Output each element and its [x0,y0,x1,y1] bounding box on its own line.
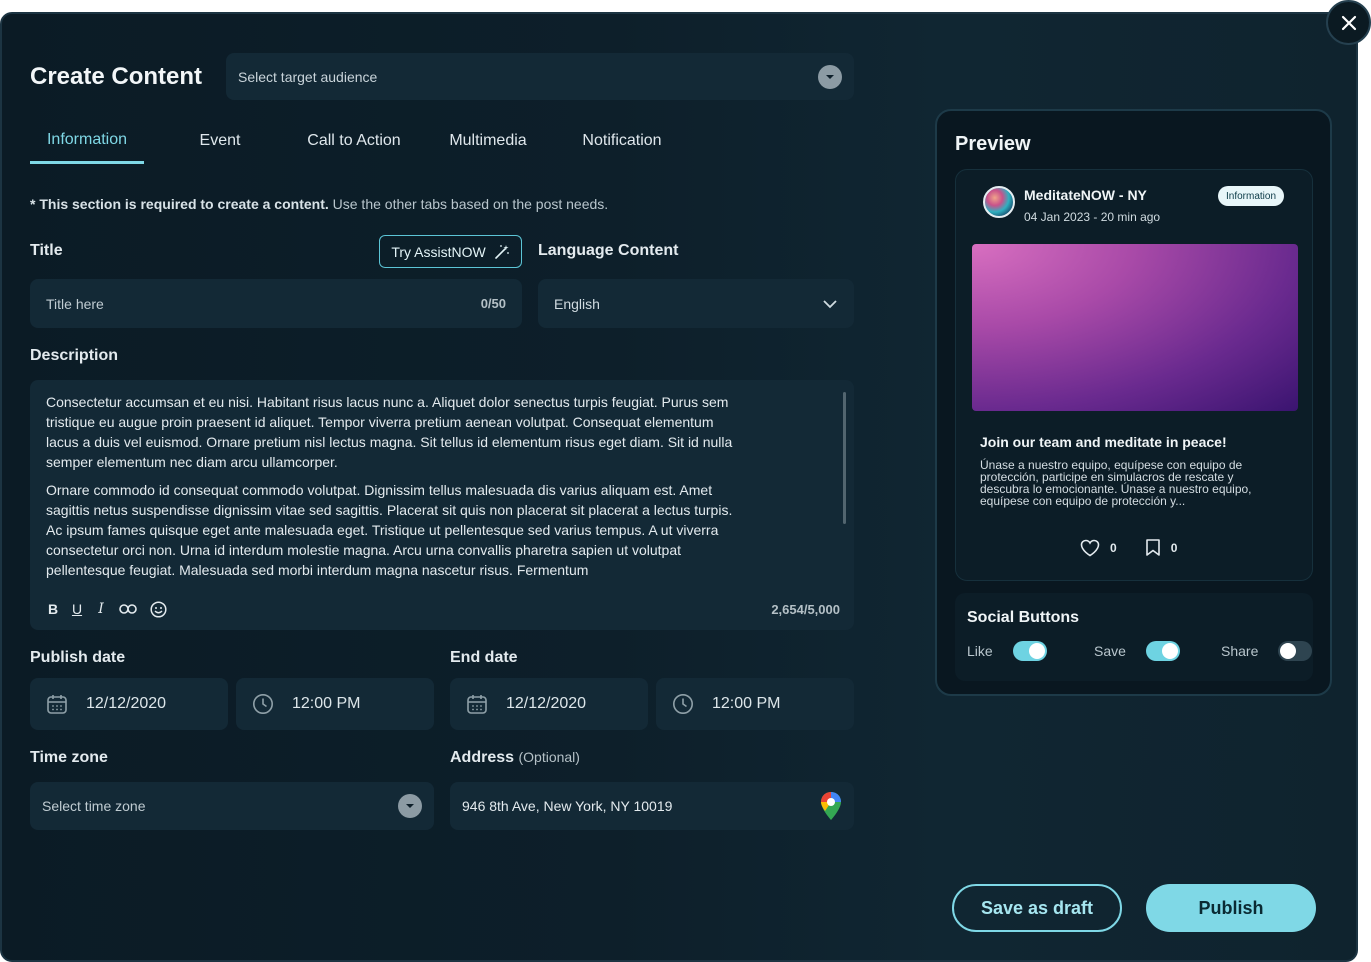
description-paragraph: Consectetur accumsan et eu nisi. Habitan… [46,394,733,470]
link-icon[interactable] [118,600,138,618]
publish-date-label: Publish date [30,649,126,666]
share-toggle-row: Share [1221,641,1313,661]
bookmark-icon [1145,539,1160,556]
title-placeholder: Title here [46,295,104,312]
address-input[interactable]: 946 8th Ave, New York, NY 10019 [450,782,854,830]
language-value: English [554,295,600,312]
preview-panel: Preview MeditateNOW - NY 04 Jan 2023 - 2… [935,109,1332,696]
card-body: Únase a nuestro equipo, equípese con equ… [980,458,1252,508]
bold-icon[interactable]: B [46,600,60,618]
description-text[interactable]: Consectetur accumsan et eu nisi. Habitan… [46,392,746,580]
map-pin-icon[interactable] [820,791,842,821]
end-time-value: 12:00 PM [712,695,781,712]
preview-title: Preview [955,133,1031,155]
card-author-name: MeditateNOW - NY [1024,187,1147,203]
required-notice-text: Use the other tabs based on the post nee… [328,196,609,212]
toggle-knob [1028,643,1045,659]
end-date-value: 12/12/2020 [506,695,587,712]
end-time-field[interactable]: 12:00 PM [656,678,854,730]
share-toggle[interactable] [1278,641,1313,661]
card-date: 04 Jan 2023 - 20 min ago [1024,210,1161,224]
description-char-count: 2,654/5,000 [771,602,840,617]
time-zone-placeholder: Select time zone [42,798,146,814]
required-notice: * This section is required to create a c… [30,196,608,212]
publish-date-value: 12/12/2020 [86,695,167,712]
toggle-knob [1280,643,1297,659]
emoji-icon[interactable] [148,600,168,618]
card-actions: 0 0 [1080,538,1177,557]
create-content-modal: Create Content Select target audience In… [0,12,1358,962]
title-counter: 0/50 [480,296,506,311]
like-action[interactable]: 0 [1080,538,1117,557]
like-toggle-row: Like [967,641,1047,661]
heart-icon [1080,539,1100,556]
address-value: 946 8th Ave, New York, NY 10019 [462,798,673,814]
page-title: Create Content [30,63,203,90]
save-as-draft-button[interactable]: Save as draft [952,884,1122,932]
description-editor[interactable]: Consectetur accumsan et eu nisi. Habitan… [30,380,854,630]
card-headline: Join our team and meditate in peace! [980,434,1227,450]
like-count: 0 [1110,540,1117,555]
clock-icon [253,694,273,714]
preview-card: MeditateNOW - NY 04 Jan 2023 - 20 min ag… [955,169,1313,581]
content-tabs: Information Event Call to Action Multime… [30,118,710,164]
like-toggle[interactable] [1012,641,1047,661]
audience-placeholder: Select target audience [238,68,378,85]
magic-wand-icon [494,244,509,259]
save-action[interactable]: 0 [1145,538,1178,557]
like-toggle-label: Like [967,643,993,659]
description-label: Description [30,347,119,364]
tab-call-to-action[interactable]: Call to Action [298,118,410,164]
try-assistnow-button[interactable]: Try AssistNOW [379,235,522,268]
close-button[interactable] [1326,0,1371,45]
time-zone-label: Time zone [30,749,108,766]
tab-information[interactable]: Information [30,118,144,164]
save-toggle[interactable] [1145,641,1180,661]
chevron-down-icon[interactable] [818,64,842,89]
save-toggle-row: Save [1094,641,1180,661]
calendar-icon [467,695,487,714]
tab-event[interactable]: Event [192,118,248,164]
tab-notification[interactable]: Notification [574,118,670,164]
underline-icon[interactable]: U [70,600,84,618]
social-buttons-section: Social Buttons Like Save Share [955,593,1313,681]
address-label-text: Address [450,749,515,766]
formatting-toolbar: B U I [46,600,168,618]
close-icon [1341,15,1356,30]
share-toggle-label: Share [1221,643,1259,659]
publish-time-value: 12:00 PM [292,695,361,712]
chevron-down-icon[interactable] [398,794,422,818]
card-image [972,244,1298,411]
italic-icon[interactable]: I [94,600,108,618]
social-buttons-title: Social Buttons [967,609,1080,626]
description-scrollbar[interactable] [843,392,846,524]
language-select[interactable]: English [538,279,854,328]
save-toggle-label: Save [1094,643,1126,659]
publish-button[interactable]: Publish [1146,884,1316,932]
time-zone-select[interactable]: Select time zone [30,782,434,830]
toggle-knob [1161,643,1178,659]
required-notice-bold: * This section is required to create a c… [30,196,329,212]
publish-time-field[interactable]: 12:00 PM [236,678,434,730]
avatar [983,186,1015,218]
target-audience-select[interactable]: Select target audience [226,53,854,100]
save-count: 0 [1170,540,1178,555]
title-input[interactable]: Title here 0/50 [30,279,522,328]
try-assistnow-label: Try AssistNOW [391,243,486,260]
calendar-icon [47,695,67,714]
address-optional: (Optional) [518,749,580,765]
tab-multimedia[interactable]: Multimedia [442,118,534,164]
title-label: Title [30,242,63,259]
end-date-label: End date [450,649,518,666]
end-date-field[interactable]: 12/12/2020 [450,678,648,730]
language-label: Language Content [538,242,679,259]
address-label: Address (Optional) [450,749,580,767]
chevron-down-icon [823,299,837,308]
status-badge: Information [1218,186,1285,206]
clock-icon [673,694,693,714]
description-paragraph: Ornare commodo id consequat commodo volu… [46,482,733,578]
publish-date-field[interactable]: 12/12/2020 [30,678,228,730]
